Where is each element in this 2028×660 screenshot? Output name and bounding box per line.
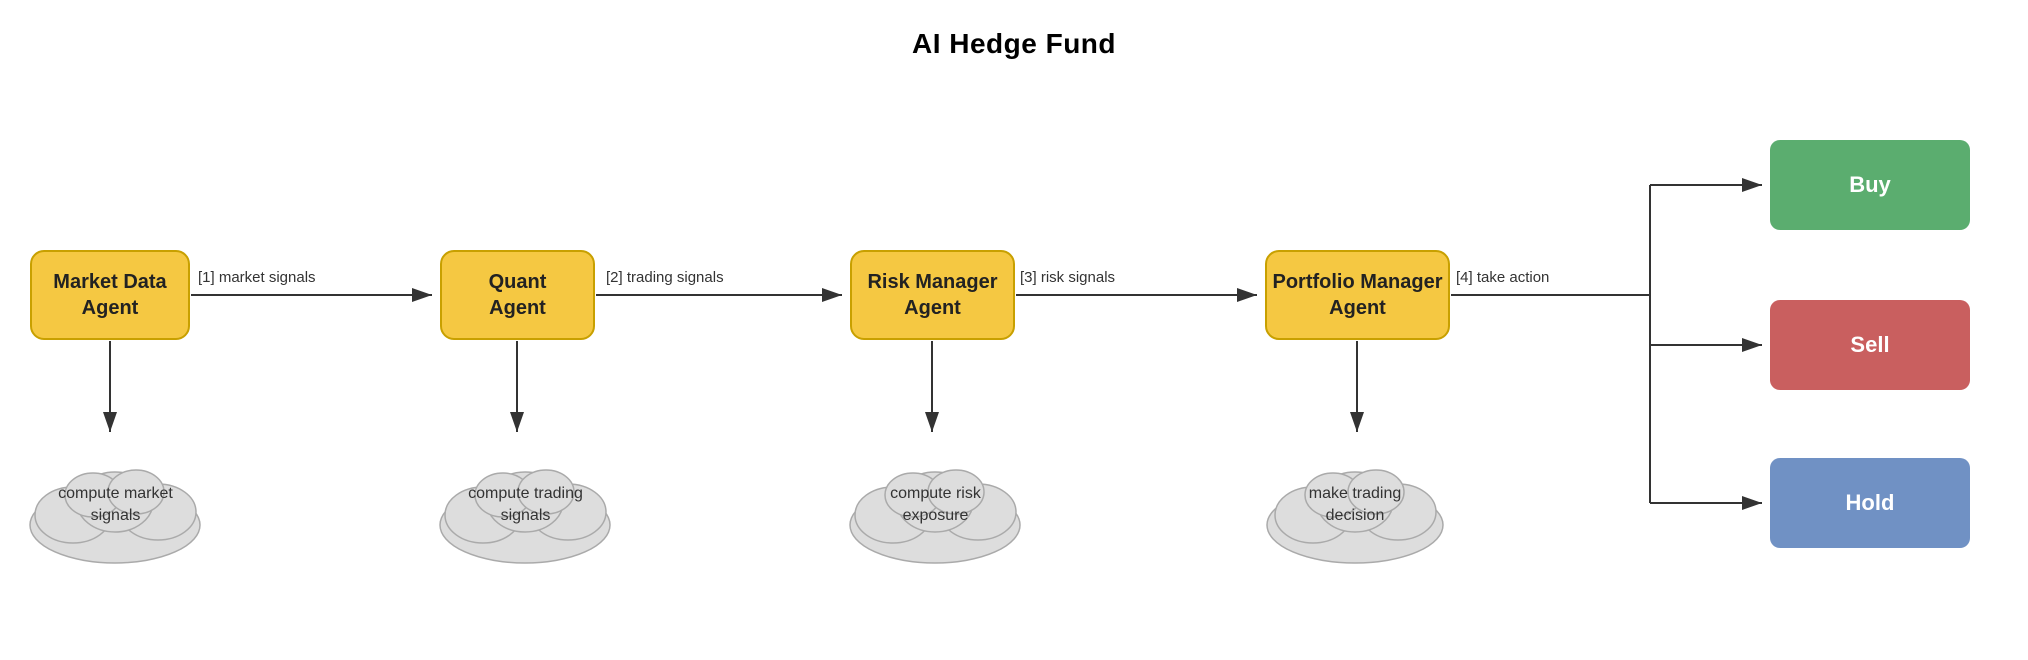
cloud-trading-decision: make trading decision: [1255, 440, 1455, 570]
arrow-label-4: [4] take action: [1456, 268, 1549, 288]
portfolio-manager-agent: Portfolio Manager Agent: [1265, 250, 1450, 340]
quant-agent: Quant Agent: [440, 250, 595, 340]
hold-box: Hold: [1770, 458, 1970, 548]
cloud-trading-signals: compute trading signals: [428, 440, 623, 570]
arrows-svg: [0, 80, 2028, 660]
arrow-label-2: [2] trading signals: [606, 268, 724, 288]
cloud-market-signals: compute market signals: [18, 440, 213, 570]
cloud-risk-exposure: compute risk exposure: [838, 440, 1033, 570]
buy-box: Buy: [1770, 140, 1970, 230]
sell-box: Sell: [1770, 300, 1970, 390]
market-data-agent: Market Data Agent: [30, 250, 190, 340]
risk-manager-agent: Risk Manager Agent: [850, 250, 1015, 340]
arrow-label-1: [1] market signals: [198, 268, 316, 288]
arrow-label-3: [3] risk signals: [1020, 268, 1115, 288]
page-title: AI Hedge Fund: [0, 0, 2028, 60]
